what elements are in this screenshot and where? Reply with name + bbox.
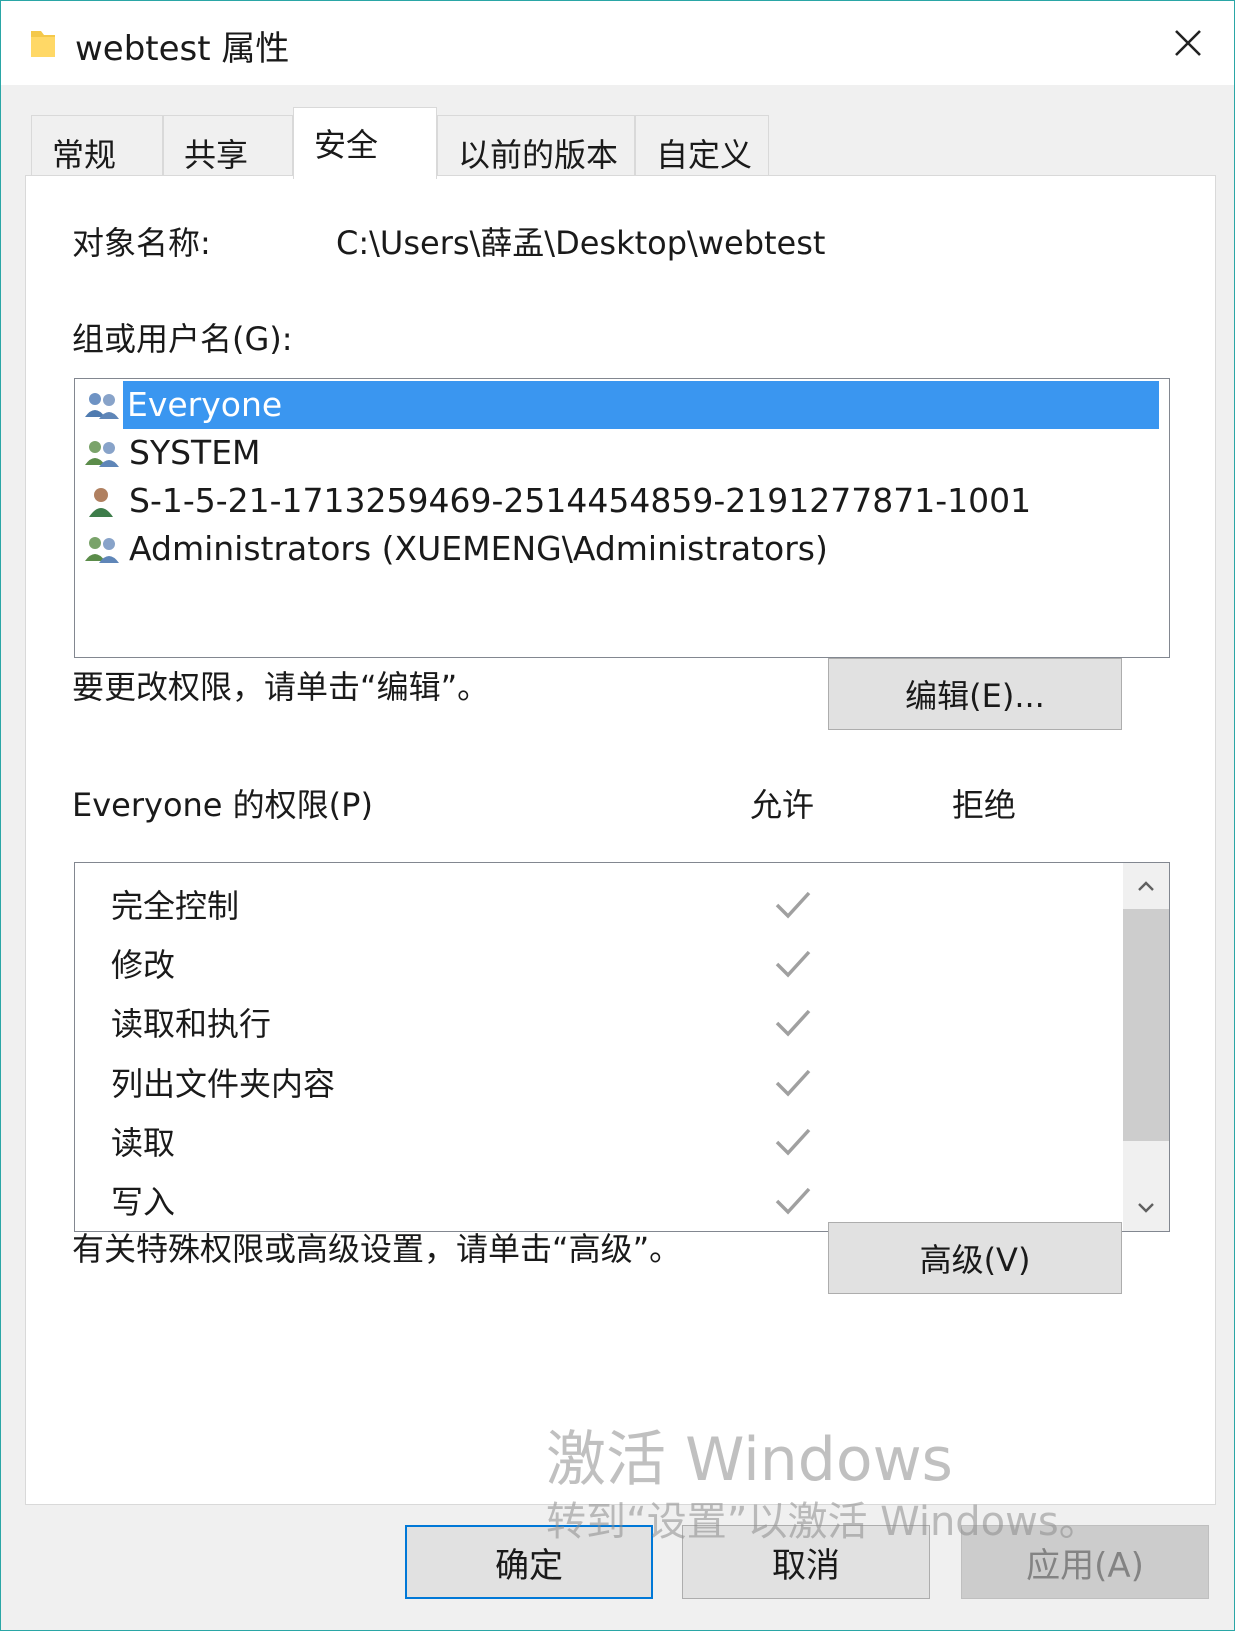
list-item[interactable]: Administrators (XUEMENG\Administrators) xyxy=(83,525,1161,573)
group-name: Administrators (XUEMENG\Administrators) xyxy=(129,529,828,568)
allow-check-icon xyxy=(775,1069,811,1097)
tab-sharing[interactable]: 共享 xyxy=(163,115,293,177)
object-name-value: C:\Users\薛孟\Desktop\webtest xyxy=(336,224,826,262)
permission-name: 修改 xyxy=(111,946,176,984)
tab-general[interactable]: 常规 xyxy=(31,115,163,177)
list-item[interactable]: S-1-5-21-1713259469-2514454859-219127787… xyxy=(83,477,1161,525)
list-item: 写入 xyxy=(75,1171,1075,1229)
permissions-scrollbar[interactable] xyxy=(1123,863,1169,1231)
advanced-button[interactable]: 高级(V) xyxy=(828,1222,1122,1294)
list-item: 读取和执行 xyxy=(75,993,1075,1051)
edit-button[interactable]: 编辑(E)... xyxy=(828,658,1122,730)
close-icon xyxy=(1175,30,1201,56)
group-name: S-1-5-21-1713259469-2514454859-219127787… xyxy=(129,481,1032,520)
security-panel: 对象名称: C:\Users\薛孟\Desktop\webtest 组或用户名(… xyxy=(25,175,1216,1505)
group-name: SYSTEM xyxy=(129,433,261,472)
tab-customize[interactable]: 自定义 xyxy=(635,115,769,177)
groups-label: 组或用户名(G): xyxy=(72,320,293,358)
list-item: 完全控制 xyxy=(75,875,1075,933)
groups-listbox[interactable]: Everyone SYSTEM S-1-5-21-1713259469-2514… xyxy=(74,378,1170,658)
tab-previous-versions[interactable]: 以前的版本 xyxy=(437,115,635,177)
allow-check-icon xyxy=(775,950,811,978)
activation-watermark-title: 激活 Windows xyxy=(546,1425,953,1495)
scroll-up-button[interactable] xyxy=(1123,863,1169,909)
title-bar: webtest 属性 xyxy=(1,1,1234,85)
single-user-icon xyxy=(89,488,113,517)
permissions-label: Everyone 的权限(P) xyxy=(72,786,373,824)
scroll-down-button[interactable] xyxy=(1123,1185,1169,1231)
window-title: webtest 属性 xyxy=(75,29,290,69)
scroll-thumb[interactable] xyxy=(1123,909,1169,1141)
group-users-icon xyxy=(85,537,119,563)
deny-header: 拒绝 xyxy=(952,786,1017,824)
list-item[interactable]: SYSTEM xyxy=(83,429,1161,477)
properties-window: webtest 属性 常规 共享 安全 以前的版本 自定义 对象名称: C:\U… xyxy=(0,0,1235,1631)
group-users-icon xyxy=(85,393,119,419)
group-users-icon xyxy=(85,441,119,467)
list-item: 修改 xyxy=(75,934,1075,992)
list-item[interactable]: Everyone xyxy=(83,381,1161,429)
edit-hint: 要更改权限，请单击“编辑”。 xyxy=(72,668,490,706)
tab-security[interactable]: 安全 xyxy=(293,107,437,179)
allow-check-icon xyxy=(775,891,811,919)
advanced-hint: 有关特殊权限或高级设置，请单击“高级”。 xyxy=(72,1230,682,1268)
folder-icon xyxy=(31,31,55,57)
list-item: 列出文件夹内容 xyxy=(75,1053,1075,1111)
group-name: Everyone xyxy=(123,381,1159,429)
permission-name: 读取 xyxy=(111,1124,176,1162)
chevron-up-icon xyxy=(1138,881,1154,891)
permissions-list[interactable]: 完全控制 修改 读取和执行 列出文件夹内容 读取 写入 xyxy=(74,862,1170,1232)
activation-watermark-subtitle: 转到“设置”以激活 Windows。 xyxy=(546,1499,1099,1545)
allow-check-icon xyxy=(775,1128,811,1156)
chevron-down-icon xyxy=(1138,1203,1154,1213)
permission-name: 写入 xyxy=(111,1183,176,1221)
close-button[interactable] xyxy=(1142,1,1234,85)
allow-check-icon xyxy=(775,1009,811,1037)
allow-check-icon xyxy=(775,1187,811,1215)
allow-header: 允许 xyxy=(750,786,815,824)
permission-name: 完全控制 xyxy=(111,887,240,925)
permission-name: 读取和执行 xyxy=(111,1005,272,1043)
permission-name: 列出文件夹内容 xyxy=(111,1065,336,1103)
list-item: 读取 xyxy=(75,1112,1075,1170)
object-name-label: 对象名称: xyxy=(72,224,211,262)
